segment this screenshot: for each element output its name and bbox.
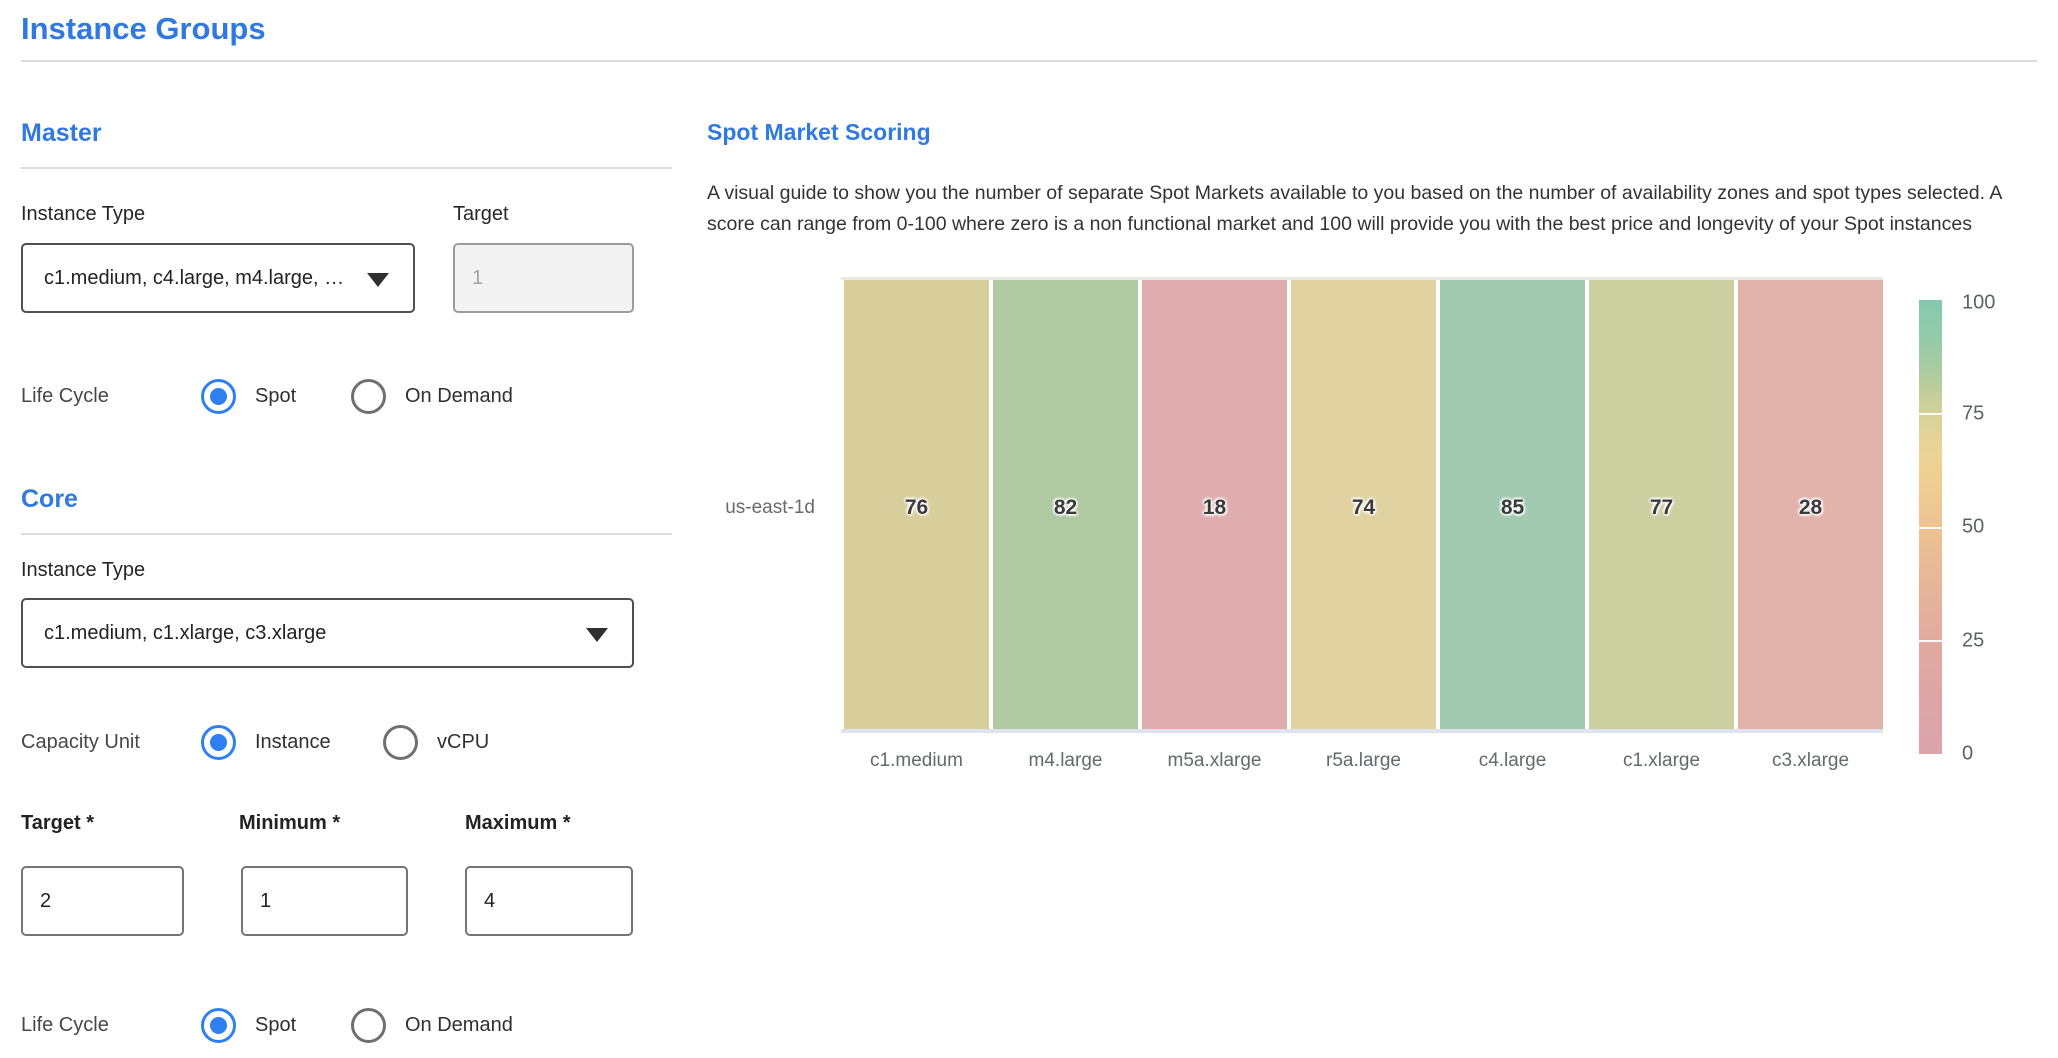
heatmap-cell-value: 74: [1291, 496, 1436, 520]
spot-market-scoring-heading: Spot Market Scoring: [707, 120, 931, 145]
chevron-down-icon: [586, 628, 608, 642]
scoring-description-line: A visual guide to show you the number of…: [707, 178, 2002, 209]
colorbar-label-0: 0: [1962, 743, 1973, 766]
page-title: Instance Groups: [21, 12, 266, 46]
heatmap-x-label: c4.large: [1440, 750, 1585, 772]
heatmap-cell-value: 82: [993, 496, 1138, 520]
heatmap-x-label: c3.xlarge: [1738, 750, 1883, 772]
master-divider: [21, 167, 672, 169]
heatmap-cell-value: 18: [1142, 496, 1287, 520]
core-capacity-unit-label: Capacity Unit: [21, 731, 140, 753]
core-vcpu-radio[interactable]: [383, 725, 418, 760]
core-instance-radio[interactable]: [201, 725, 236, 760]
heatmap-cell-value: 85: [1440, 496, 1585, 520]
master-on-demand-radio[interactable]: [351, 379, 386, 414]
colorbar-label-25: 25: [1962, 630, 1984, 653]
core-target-label: Target *: [21, 812, 94, 834]
heatmap-x-label: m4.large: [993, 750, 1138, 772]
master-spot-radio[interactable]: [201, 379, 236, 414]
core-instance-type-label: Instance Type: [21, 559, 145, 581]
core-minimum-label: Minimum *: [239, 812, 340, 834]
colorbar-tick-25: [1919, 640, 1942, 642]
heatmap-x-label: c1.medium: [844, 750, 989, 772]
core-on-demand-radio-label: On Demand: [405, 1014, 513, 1036]
colorbar-label-75: 75: [1962, 403, 1984, 426]
colorbar-tick-50: [1919, 527, 1942, 529]
title-divider: [21, 60, 2037, 62]
heatmap-cell-value: 28: [1738, 496, 1883, 520]
master-target-label: Target: [453, 203, 509, 225]
master-instance-type-value: c1.medium, c4.large, m4.large, …: [44, 267, 344, 290]
core-instance-radio-label: Instance: [255, 731, 331, 753]
master-instance-type-dropdown[interactable]: c1.medium, c4.large, m4.large, …: [21, 243, 415, 313]
heatmap-cell-value: 77: [1589, 496, 1734, 520]
master-instance-type-label: Instance Type: [21, 203, 145, 225]
heatmap-bottom-border: [841, 729, 1883, 733]
colorbar-label-100: 100: [1962, 292, 1995, 315]
core-instance-type-value: c1.medium, c1.xlarge, c3.xlarge: [44, 622, 326, 645]
master-on-demand-radio-label: On Demand: [405, 385, 513, 407]
core-section-heading: Core: [21, 486, 78, 514]
chevron-down-icon: [367, 273, 389, 287]
colorbar-label-50: 50: [1962, 516, 1984, 539]
core-on-demand-radio[interactable]: [351, 1008, 386, 1043]
heatmap-x-label: c1.xlarge: [1589, 750, 1734, 772]
scoring-description-line: score can range from 0-100 where zero is…: [707, 209, 2002, 240]
core-vcpu-radio-label: vCPU: [437, 731, 489, 753]
core-divider: [21, 533, 672, 535]
master-section-heading: Master: [21, 120, 102, 148]
heatmap-row-label: us-east-1d: [700, 497, 815, 519]
heatmap-colorbar: [1919, 300, 1942, 754]
heatmap-x-label: r5a.large: [1291, 750, 1436, 772]
heatmap-cell-value: 76: [844, 496, 989, 520]
core-spot-radio-label: Spot: [255, 1014, 296, 1036]
scoring-description: A visual guide to show you the number of…: [707, 178, 2002, 240]
master-spot-radio-label: Spot: [255, 385, 296, 407]
heatmap-x-label: m5a.xlarge: [1142, 750, 1287, 772]
core-instance-type-dropdown[interactable]: c1.medium, c1.xlarge, c3.xlarge: [21, 598, 634, 668]
core-target-input[interactable]: [21, 866, 184, 936]
core-maximum-label: Maximum *: [465, 812, 571, 834]
master-life-cycle-label: Life Cycle: [21, 385, 109, 407]
core-maximum-input[interactable]: [465, 866, 633, 936]
core-life-cycle-label: Life Cycle: [21, 1014, 109, 1036]
master-target-input[interactable]: [453, 243, 634, 313]
instance-groups-page: Instance Groups Master Instance Type c1.…: [0, 0, 2058, 1058]
colorbar-tick-75: [1919, 413, 1942, 415]
core-minimum-input[interactable]: [241, 866, 408, 936]
core-spot-radio[interactable]: [201, 1008, 236, 1043]
